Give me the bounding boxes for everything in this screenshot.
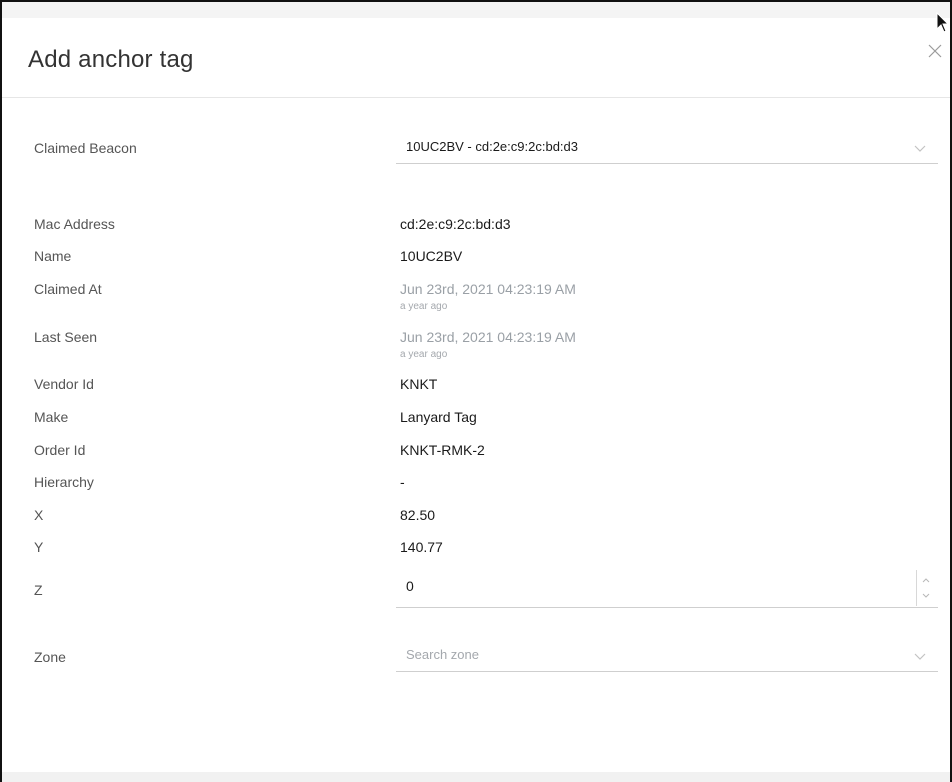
zone-label: Zone [34, 649, 66, 665]
x-row: X 82.50 [2, 505, 950, 529]
make-value: Lanyard Tag [400, 409, 477, 425]
last-seen-relative: a year ago [400, 349, 448, 360]
last-seen-value: Jun 23rd, 2021 04:23:19 AM a year ago [400, 327, 576, 361]
vendor-id-row: Vendor Id KNKT [2, 374, 950, 398]
last-seen-label: Last Seen [34, 329, 98, 345]
order-id-value: KNKT-RMK-2 [400, 442, 485, 458]
claimed-beacon-select[interactable]: 10UC2BV - cd:2e:c9:2c:bd:d3 [396, 132, 938, 164]
order-id-row: Order Id KNKT-RMK-2 [2, 440, 950, 464]
z-input[interactable] [406, 578, 886, 594]
bottom-strip [2, 772, 950, 782]
vendor-id-value: KNKT [400, 376, 438, 392]
last-seen-row: Last Seen Jun 23rd, 2021 04:23:19 AM a y… [2, 327, 950, 365]
claimed-beacon-value: 10UC2BV - cd:2e:c9:2c:bd:d3 [406, 139, 578, 154]
y-value: 140.77 [400, 539, 443, 555]
close-icon[interactable] [926, 42, 944, 60]
claimed-beacon-label: Claimed Beacon [34, 140, 137, 156]
y-row: Y 140.77 [2, 537, 950, 561]
claimed-at-date: Jun 23rd, 2021 04:23:19 AM [400, 281, 576, 297]
name-value: 10UC2BV [400, 248, 463, 264]
mouse-cursor-icon [936, 11, 950, 34]
hierarchy-value: - [400, 474, 405, 490]
hierarchy-label: Hierarchy [34, 474, 94, 490]
claimed-at-row: Claimed At Jun 23rd, 2021 04:23:19 AM a … [2, 279, 950, 317]
mac-address-row: Mac Address cd:2e:c9:2c:bd:d3 [2, 214, 950, 238]
name-row: Name 10UC2BV [2, 246, 950, 270]
order-id-label: Order Id [34, 442, 86, 458]
claimed-at-label: Claimed At [34, 281, 102, 297]
z-stepper[interactable] [916, 570, 936, 606]
claimed-at-value: Jun 23rd, 2021 04:23:19 AM a year ago [400, 279, 576, 313]
zone-select[interactable]: Search zone [396, 640, 938, 672]
z-label: Z [34, 582, 43, 598]
make-label: Make [34, 409, 69, 425]
mac-address-value: cd:2e:c9:2c:bd:d3 [400, 216, 511, 232]
claimed-at-relative: a year ago [400, 301, 448, 312]
vendor-id-label: Vendor Id [34, 376, 94, 392]
hierarchy-row: Hierarchy - [2, 472, 950, 496]
zone-search-placeholder: Search zone [406, 647, 479, 662]
make-row: Make Lanyard Tag [2, 407, 950, 431]
last-seen-date: Jun 23rd, 2021 04:23:19 AM [400, 329, 576, 345]
mac-address-label: Mac Address [34, 216, 115, 232]
name-label: Name [34, 248, 72, 264]
x-label: X [34, 507, 44, 523]
dialog-title: Add anchor tag [28, 46, 194, 73]
z-input-wrapper [396, 570, 938, 608]
chevron-down-icon [914, 142, 926, 154]
chevron-down-icon [914, 650, 926, 662]
chevron-down-icon[interactable] [921, 590, 933, 602]
chevron-up-icon[interactable] [921, 576, 933, 588]
top-strip [2, 2, 950, 18]
dialog-header: Add anchor tag [2, 18, 950, 98]
x-value: 82.50 [400, 507, 436, 523]
add-anchor-tag-dialog: Add anchor tag Claimed Beacon 10UC2BV - … [0, 0, 952, 782]
y-label: Y [34, 539, 44, 555]
